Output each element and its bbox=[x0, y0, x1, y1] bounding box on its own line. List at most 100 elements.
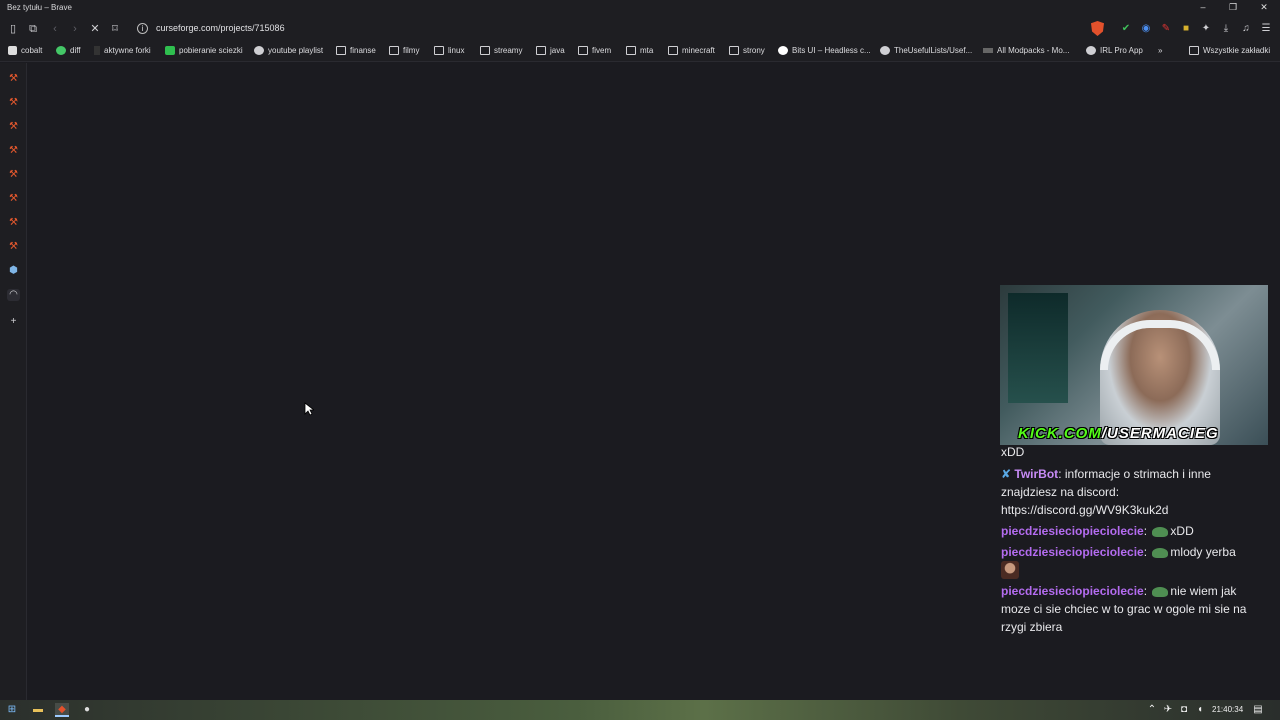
title-bar: Bez tytułu – Brave – ❐ ✕ bbox=[0, 0, 1280, 16]
cobalt-icon bbox=[8, 46, 17, 55]
folder-icon bbox=[434, 46, 444, 55]
pepe-emote-icon bbox=[1152, 586, 1169, 597]
chat-text: xDD bbox=[1170, 524, 1194, 538]
folder-icon bbox=[336, 46, 346, 55]
url-text[interactable]: curseforge.com/projects/715086 bbox=[156, 23, 285, 33]
stop-loading-button[interactable]: ✕ bbox=[86, 20, 104, 38]
bookmarks-bar: cobalt diff aktywne forki pobieranie sci… bbox=[0, 42, 1280, 62]
start-menu-icon[interactable]: ⊞ bbox=[5, 703, 19, 717]
volume-icon[interactable]: ◖ bbox=[1193, 703, 1207, 717]
globe-icon bbox=[1086, 46, 1096, 55]
chat-message: piecdziesieciopieciolecie: mlody yerba bbox=[1001, 543, 1269, 579]
chat-message: ✘ TwirBot: informacje o strimach i inne … bbox=[1001, 467, 1211, 517]
webcam-overlay: KICK.COM/USERMACIEG bbox=[1000, 285, 1268, 445]
github-icon bbox=[880, 46, 890, 55]
curseforge-tab-icon[interactable]: ⚒ bbox=[7, 145, 20, 157]
pepe-emote-icon bbox=[1152, 547, 1169, 558]
folder-icon bbox=[480, 46, 490, 55]
chat-fragment: xDD bbox=[1001, 445, 1025, 459]
folder-icon bbox=[536, 46, 546, 55]
extension-yellow-icon[interactable]: ■ bbox=[1179, 22, 1193, 36]
bookmark-java[interactable]: java bbox=[536, 46, 565, 55]
curseforge-tab-icon[interactable]: ⚒ bbox=[7, 169, 20, 181]
chat-text: mlody yerba bbox=[1170, 545, 1236, 559]
site-info-icon[interactable]: i bbox=[137, 23, 148, 34]
pepe-emote-icon bbox=[1152, 526, 1169, 537]
browser-toolbar: ▯ ⧉ ‹ › ✕ ⌑ i curseforge.com/projects/71… bbox=[0, 16, 1280, 42]
restore-button[interactable]: ❐ bbox=[1218, 0, 1248, 16]
folder-icon bbox=[729, 46, 739, 55]
chat-message: piecdziesieciopieciolecie: nie wiem jak … bbox=[1001, 584, 1247, 634]
pin-icon: ✘ bbox=[1001, 467, 1012, 481]
download-icon bbox=[165, 46, 175, 55]
curseforge-tab-icon[interactable]: ⚒ bbox=[7, 121, 20, 133]
clock[interactable]: 21:40:34 bbox=[1212, 705, 1243, 714]
bookmark-icon[interactable]: ⌑ bbox=[106, 20, 124, 38]
kick-channel-logo: KICK.COM/USERMACIEG bbox=[1018, 425, 1219, 442]
curseforge-tab-icon[interactable]: ⚒ bbox=[7, 193, 20, 205]
file-explorer-icon[interactable]: ▬ bbox=[31, 703, 45, 717]
app-taskbar-icon[interactable]: ● bbox=[80, 703, 94, 717]
close-button[interactable]: ✕ bbox=[1249, 0, 1279, 16]
bookmark-mta[interactable]: mta bbox=[626, 46, 653, 55]
globe-icon bbox=[254, 46, 264, 55]
bookmark-pobieranie-sciezki[interactable]: pobieranie sciezki bbox=[165, 46, 243, 55]
bookmark-finanse[interactable]: finanse bbox=[336, 46, 376, 55]
menu-icon[interactable]: ☰ bbox=[1259, 22, 1273, 36]
media-icon[interactable]: ♫ bbox=[1239, 22, 1253, 36]
tray-gamepad-icon[interactable]: ◘ bbox=[1177, 703, 1191, 717]
extension-red-icon[interactable]: ✎ bbox=[1159, 22, 1173, 36]
bookmark-streamy[interactable]: streamy bbox=[480, 46, 522, 55]
brave-shields-icon[interactable] bbox=[1091, 21, 1104, 36]
bookmark-linux[interactable]: linux bbox=[434, 46, 464, 55]
os-taskbar: ⊞ ▬ ◆ ● ⌃ ✈ ◘ ◖ 21:40:34 ▤ bbox=[0, 700, 1280, 720]
bookmark-diff[interactable]: diff bbox=[56, 46, 81, 55]
minimize-button[interactable]: – bbox=[1188, 0, 1218, 16]
diff-icon bbox=[56, 46, 66, 55]
all-bookmarks-button[interactable]: Wszystkie zakładki bbox=[1189, 46, 1270, 55]
bookmark-strony[interactable]: strony bbox=[729, 46, 765, 55]
bookmark-aktywne-forki[interactable]: aktywne forki bbox=[94, 46, 151, 55]
bookmark-bits-ui[interactable]: Bits UI – Headless c... bbox=[778, 46, 871, 55]
back-button[interactable]: ‹ bbox=[46, 20, 64, 38]
downloads-icon[interactable]: ⤓ bbox=[1219, 22, 1233, 36]
curseforge-tab-icon[interactable]: ⚒ bbox=[7, 217, 20, 229]
curseforge-tab-icon[interactable]: ⚒ bbox=[7, 73, 20, 85]
bookmark-fivem[interactable]: fivem bbox=[578, 46, 611, 55]
chat-message: piecdziesieciopieciolecie: xDD bbox=[1001, 524, 1194, 538]
bookmark-minecraft[interactable]: minecraft bbox=[668, 46, 715, 55]
forward-button[interactable]: › bbox=[66, 20, 84, 38]
curseforge-tab-icon[interactable]: ⚒ bbox=[7, 241, 20, 253]
bookmark-cobalt[interactable]: cobalt bbox=[8, 46, 42, 55]
chat-username: piecdziesieciopieciolecie bbox=[1001, 584, 1144, 598]
cube-tab-icon[interactable]: ⬢ bbox=[7, 265, 20, 277]
face-emote-icon bbox=[1001, 561, 1019, 579]
notifications-icon[interactable]: ▤ bbox=[1251, 703, 1265, 717]
bookmark-filmy[interactable]: filmy bbox=[389, 46, 419, 55]
sidebar-toggle-icon[interactable]: ▯ bbox=[4, 20, 22, 38]
new-tab-button[interactable]: + bbox=[7, 316, 20, 328]
tab-search-icon[interactable]: ⧉ bbox=[24, 20, 42, 38]
extension-check-icon[interactable]: ✔ bbox=[1119, 22, 1133, 36]
extensions-puzzle-icon[interactable]: ✦ bbox=[1199, 22, 1213, 36]
folder-icon bbox=[668, 46, 678, 55]
bookmarks-overflow-button[interactable]: » bbox=[1158, 46, 1162, 55]
chat-username: piecdziesieciopieciolecie bbox=[1001, 545, 1144, 559]
extension-audio-icon[interactable]: ◉ bbox=[1139, 22, 1153, 36]
curseforge-tab-icon[interactable]: ⚒ bbox=[7, 97, 20, 109]
modpacks-icon bbox=[983, 48, 993, 53]
folder-icon bbox=[626, 46, 636, 55]
bookmark-theusefullists[interactable]: TheUsefulLists/Usef... bbox=[880, 46, 972, 55]
vertical-tab-strip: ⚒ ⚒ ⚒ ⚒ ⚒ ⚒ ⚒ ⚒ ⬢ ◠ + bbox=[0, 63, 27, 700]
bookmark-all-modpacks[interactable]: All Modpacks - Mo... bbox=[983, 46, 1069, 55]
folder-icon bbox=[578, 46, 588, 55]
loading-tab-icon[interactable]: ◠ bbox=[7, 289, 20, 301]
brave-taskbar-icon[interactable]: ◆ bbox=[55, 703, 69, 717]
bookmark-irl-pro-app[interactable]: IRL Pro App bbox=[1086, 46, 1143, 55]
address-bar[interactable]: i curseforge.com/projects/715086 bbox=[133, 19, 1083, 39]
tray-chevron-icon[interactable]: ⌃ bbox=[1145, 703, 1159, 717]
webcam-window-background bbox=[1008, 293, 1068, 403]
bookmark-youtube-playlist[interactable]: youtube playlist bbox=[254, 46, 323, 55]
tray-app-icon[interactable]: ✈ bbox=[1161, 703, 1175, 717]
mouse-cursor-icon bbox=[304, 402, 314, 416]
